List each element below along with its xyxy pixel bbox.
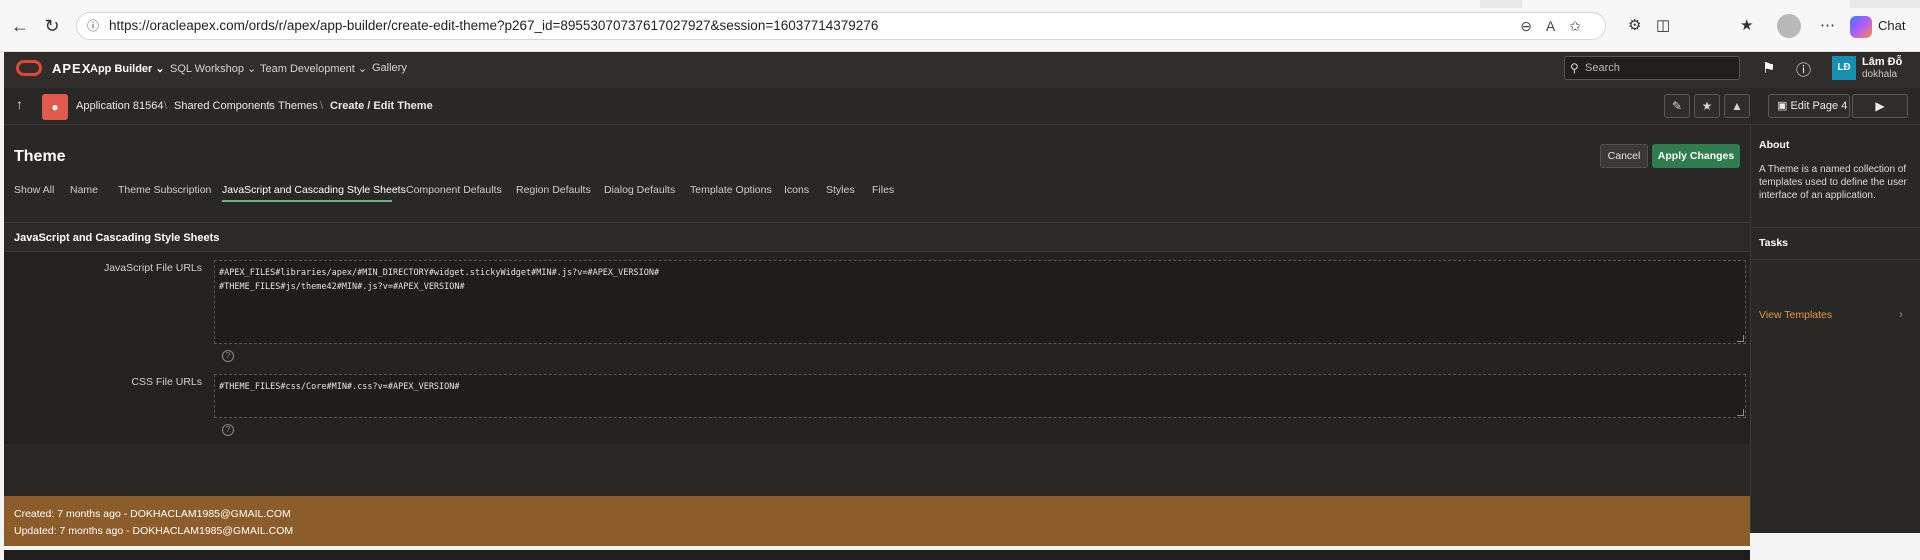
tasks-heading: Tasks xyxy=(1759,237,1788,249)
menu-sql-workshop[interactable]: SQL Workshop ⌄ xyxy=(170,62,256,75)
divider xyxy=(1751,227,1920,228)
menu-team-development[interactable]: Team Development ⌄ xyxy=(260,62,367,75)
user-avatar[interactable]: LĐ xyxy=(1832,56,1856,80)
javascript-file-urls-label: JavaScript File URLs xyxy=(103,262,202,274)
tab-javascript-css[interactable]: JavaScript and Cascading Style Sheets xyxy=(222,184,406,196)
cancel-button[interactable]: Cancel xyxy=(1600,144,1648,168)
about-heading: About xyxy=(1759,139,1790,151)
updated-info: Updated: 7 months ago - DOKHACLAM1985@GM… xyxy=(14,525,294,537)
user-name[interactable]: Lâm Đỗ xyxy=(1862,56,1902,68)
breadcrumb-shared-components[interactable]: Shared Components xyxy=(174,100,275,112)
apex-app: APEX App Builder ⌄ SQL Workshop ⌄ Team D… xyxy=(4,52,1920,560)
help-icon[interactable]: ? xyxy=(222,350,234,362)
tab-styles[interactable]: Styles xyxy=(826,184,855,196)
breadcrumb-separator: \ xyxy=(320,100,324,112)
feedback-icon[interactable]: ✎ xyxy=(1664,94,1690,118)
address-bar-actions[interactable]: ⊖A✩ xyxy=(1520,13,1595,39)
resize-handle[interactable] xyxy=(1737,335,1744,342)
split-screen-icon[interactable]: ◫ xyxy=(1656,14,1670,38)
textarea-line: #APEX_FILES#libraries/apex/#MIN_DIRECTOR… xyxy=(219,268,660,278)
browser-tab[interactable] xyxy=(1522,0,1850,8)
tab-theme-subscription[interactable]: Theme Subscription xyxy=(118,184,211,196)
back-icon[interactable]: ← xyxy=(8,14,32,38)
breadcrumb-separator: \ xyxy=(164,100,168,112)
created-info: Created: 7 months ago - DOKHACLAM1985@GM… xyxy=(14,508,291,520)
tab-icons[interactable]: Icons xyxy=(784,184,809,196)
copilot-icon xyxy=(1850,15,1872,38)
more-options-icon[interactable]: ⋯ xyxy=(1820,14,1835,38)
textarea-line: #THEME_FILES#css/Core#MIN#.css?v=#APEX_V… xyxy=(219,382,460,392)
reload-icon[interactable]: ↻ xyxy=(40,14,64,38)
tab-template-options[interactable]: Template Options xyxy=(690,184,772,196)
tab-show-all[interactable]: Show All xyxy=(14,184,54,196)
top-navigation: APEX App Builder ⌄ SQL Workshop ⌄ Team D… xyxy=(4,52,1920,88)
apply-changes-button[interactable]: Apply Changes xyxy=(1652,144,1740,168)
menu-app-builder[interactable]: App Builder ⌄ xyxy=(90,62,165,75)
breadcrumb-application[interactable]: Application 81564 xyxy=(76,100,163,112)
help-icon[interactable]: ⓘ xyxy=(1796,59,1811,80)
tab-region-defaults[interactable]: Region Defaults xyxy=(516,184,591,196)
css-file-urls-label: CSS File URLs xyxy=(131,376,202,388)
profile-avatar[interactable] xyxy=(1777,14,1801,38)
js-css-region: JavaScript and Cascading Style Sheets Ja… xyxy=(4,224,1750,444)
shared-components-icon[interactable]: ★ xyxy=(1694,94,1720,118)
site-info-icon[interactable]: ⓘ xyxy=(87,13,99,39)
textarea-line: #THEME_FILES#js/theme42#MIN#.js?v=#APEX_… xyxy=(219,282,465,292)
breadcrumb-separator: \ xyxy=(268,100,272,112)
apex-brand[interactable]: APEX xyxy=(52,61,91,76)
menu-gallery[interactable]: Gallery xyxy=(372,62,407,74)
search-input[interactable]: ⚲ Search xyxy=(1564,56,1740,80)
right-sidebar: About A Theme is a named collection of t… xyxy=(1750,125,1920,533)
url-text: https://oracleapex.com/ords/r/apex/app-b… xyxy=(109,18,879,33)
breadcrumb-current: Create / Edit Theme xyxy=(330,100,433,112)
up-arrow-icon[interactable]: ↑ xyxy=(16,96,23,112)
resize-handle[interactable] xyxy=(1737,409,1744,416)
breadcrumb-bar: ↑ ● Application 81564 \ Shared Component… xyxy=(4,88,1920,125)
search-icon: ⚲ xyxy=(1570,61,1579,75)
user-id: dokhala xyxy=(1862,69,1898,80)
copilot-chat-button[interactable]: Chat xyxy=(1850,14,1905,38)
chat-label: Chat xyxy=(1878,18,1906,33)
run-page-button[interactable]: ▶ xyxy=(1852,94,1908,118)
tab-files[interactable]: Files xyxy=(872,184,894,196)
administration-icon[interactable]: ⚑ xyxy=(1762,59,1775,77)
browser-tab-strip xyxy=(0,0,1920,8)
favorites-icon[interactable]: ★ xyxy=(1740,14,1753,38)
about-text: A Theme is a named collection of templat… xyxy=(1759,164,1907,201)
breadcrumb-themes[interactable]: Themes xyxy=(278,100,318,112)
divider xyxy=(4,222,1750,223)
view-templates-link[interactable]: View Templates xyxy=(1759,309,1832,321)
tab-dialog-defaults[interactable]: Dialog Defaults xyxy=(604,184,675,196)
chevron-right-icon: › xyxy=(1899,307,1903,321)
tab-name[interactable]: Name xyxy=(70,184,98,196)
tab-bar: Show All Name Theme Subscription JavaScr… xyxy=(4,176,1750,202)
edit-page-button[interactable]: ▣ Edit Page 4 xyxy=(1768,94,1850,118)
tab-component-defaults[interactable]: Component Defaults xyxy=(406,184,502,196)
application-icon[interactable]: ● xyxy=(42,94,68,120)
address-bar[interactable]: ⓘ https://oracleapex.com/ords/r/apex/app… xyxy=(76,12,1606,40)
audit-info-bar: Created: 7 months ago - DOKHACLAM1985@GM… xyxy=(4,496,1750,546)
oracle-logo-icon[interactable] xyxy=(16,60,42,76)
region-header: JavaScript and Cascading Style Sheets xyxy=(4,224,1750,252)
page-title: Theme xyxy=(14,148,66,165)
browser-toolbar: ← ↻ ⓘ https://oracleapex.com/ords/r/apex… xyxy=(0,0,1920,52)
footer-bar xyxy=(4,550,1750,560)
javascript-file-urls-field[interactable]: #APEX_FILES#libraries/apex/#MIN_DIRECTOR… xyxy=(214,260,1746,344)
browser-tab[interactable] xyxy=(0,0,1480,8)
active-tab-indicator xyxy=(222,200,392,202)
help-icon[interactable]: ? xyxy=(222,424,234,436)
region-title: JavaScript and Cascading Style Sheets xyxy=(14,232,220,244)
main-content: Theme Cancel Apply Changes Show All Name… xyxy=(4,126,1750,560)
utilities-icon[interactable]: ▲ xyxy=(1724,94,1750,118)
divider xyxy=(1751,259,1920,260)
extensions-icon[interactable]: ⚙ xyxy=(1628,14,1641,38)
css-file-urls-field[interactable]: #THEME_FILES#css/Core#MIN#.css?v=#APEX_V… xyxy=(214,374,1746,418)
